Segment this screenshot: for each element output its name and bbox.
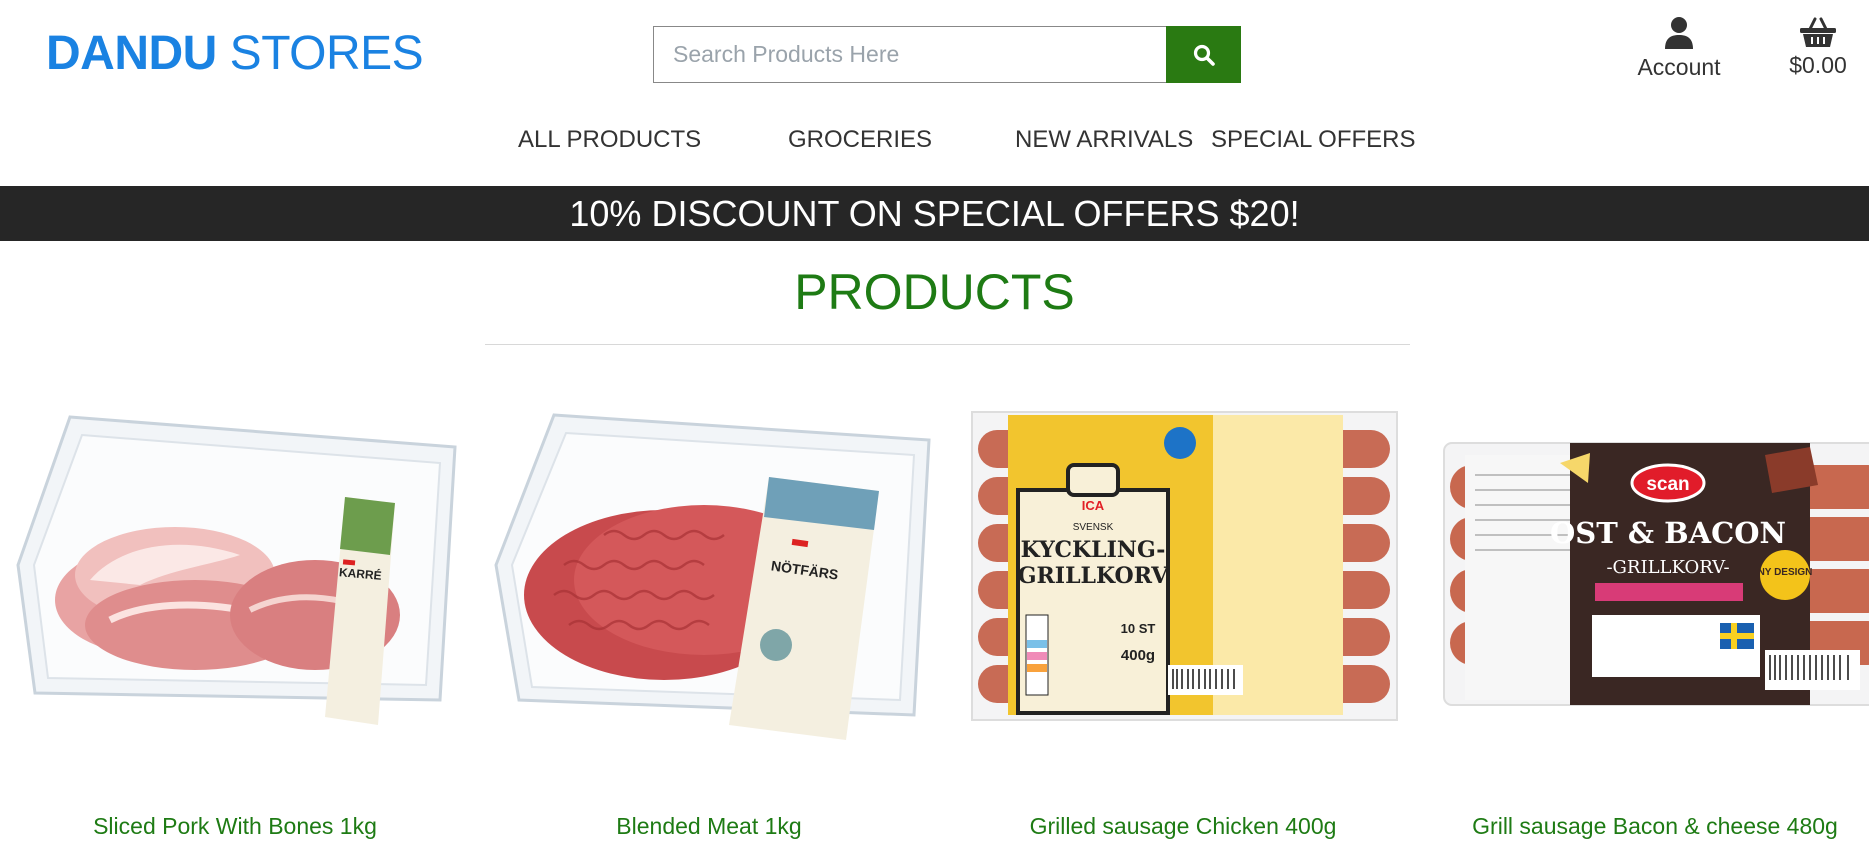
account-link[interactable]: Account — [1620, 16, 1738, 81]
nav-new-arrivals[interactable]: NEW ARRIVALS — [1015, 126, 1193, 154]
product-card[interactable]: NÖTFÄRS Blended Meat 1kg — [474, 395, 944, 843]
products-heading: PRODUCTS — [794, 264, 1075, 320]
search-form — [653, 26, 1241, 83]
chicken-sausage-pack-image[interactable]: ICA SVENSK KYCKLING- GRILLKORV 10 ST 400… — [948, 395, 1418, 755]
nav-all-products[interactable]: ALL PRODUCTS — [518, 126, 701, 154]
basket-icon — [1800, 17, 1836, 47]
site-header: DANDU STORES Account $0.00 — [0, 0, 1869, 110]
site-logo[interactable]: DANDU STORES — [46, 26, 424, 81]
svg-text:GRILLKORV: GRILLKORV — [1018, 563, 1169, 589]
svg-text:NY DESIGN: NY DESIGN — [1758, 567, 1813, 578]
main-nav: ALL PRODUCTS GROCERIES NEW ARRIVALS SPEC… — [0, 126, 1869, 166]
logo-text-secondary: STORES — [229, 27, 424, 80]
pork-tray-image[interactable]: KARRÉ — [0, 395, 470, 755]
product-name[interactable]: Grilled sausage Chicken 400g — [948, 813, 1418, 840]
products-divider — [485, 344, 1410, 345]
svg-text:-GRILLKORV-: -GRILLKORV- — [1606, 557, 1729, 578]
search-button[interactable] — [1166, 26, 1241, 83]
svg-text:ICA: ICA — [1082, 498, 1105, 513]
cart-link[interactable]: $0.00 — [1778, 16, 1858, 79]
svg-text:KYCKLING-: KYCKLING- — [1021, 537, 1166, 563]
product-card[interactable]: KARRÉ Sliced Pork With Bones 1kg — [0, 395, 470, 843]
svg-text:10 ST: 10 ST — [1121, 621, 1156, 636]
product-card[interactable]: ICA SVENSK KYCKLING- GRILLKORV 10 ST 400… — [948, 395, 1418, 843]
account-label: Account — [1637, 54, 1721, 80]
cart-total: $0.00 — [1789, 52, 1847, 78]
svg-text:OST & BACON: OST & BACON — [1550, 516, 1786, 550]
search-icon — [1193, 44, 1215, 66]
product-name[interactable]: Blended Meat 1kg — [474, 813, 944, 840]
nav-groceries[interactable]: GROCERIES — [788, 126, 932, 154]
svg-text:400g: 400g — [1121, 647, 1155, 664]
bacon-cheese-sausage-pack-image[interactable]: scan OST & BACON -GRILLKORV- NY DESIGN — [1420, 395, 1869, 755]
product-name[interactable]: Grill sausage Bacon & cheese 480g — [1420, 813, 1869, 840]
product-card[interactable]: scan OST & BACON -GRILLKORV- NY DESIGN G… — [1420, 395, 1869, 843]
search-input[interactable] — [653, 26, 1166, 83]
nav-special-offers[interactable]: SPECIAL OFFERS — [1211, 126, 1416, 154]
minced-meat-tray-image[interactable]: NÖTFÄRS — [474, 395, 944, 755]
logo-text-primary: DANDU — [46, 27, 217, 80]
svg-text:scan: scan — [1646, 474, 1689, 495]
promo-banner: 10% DISCOUNT ON SPECIAL OFFERS $20! — [0, 186, 1869, 241]
svg-text:SVENSK: SVENSK — [1073, 522, 1114, 533]
user-icon — [1665, 17, 1693, 49]
product-name[interactable]: Sliced Pork With Bones 1kg — [0, 813, 470, 840]
